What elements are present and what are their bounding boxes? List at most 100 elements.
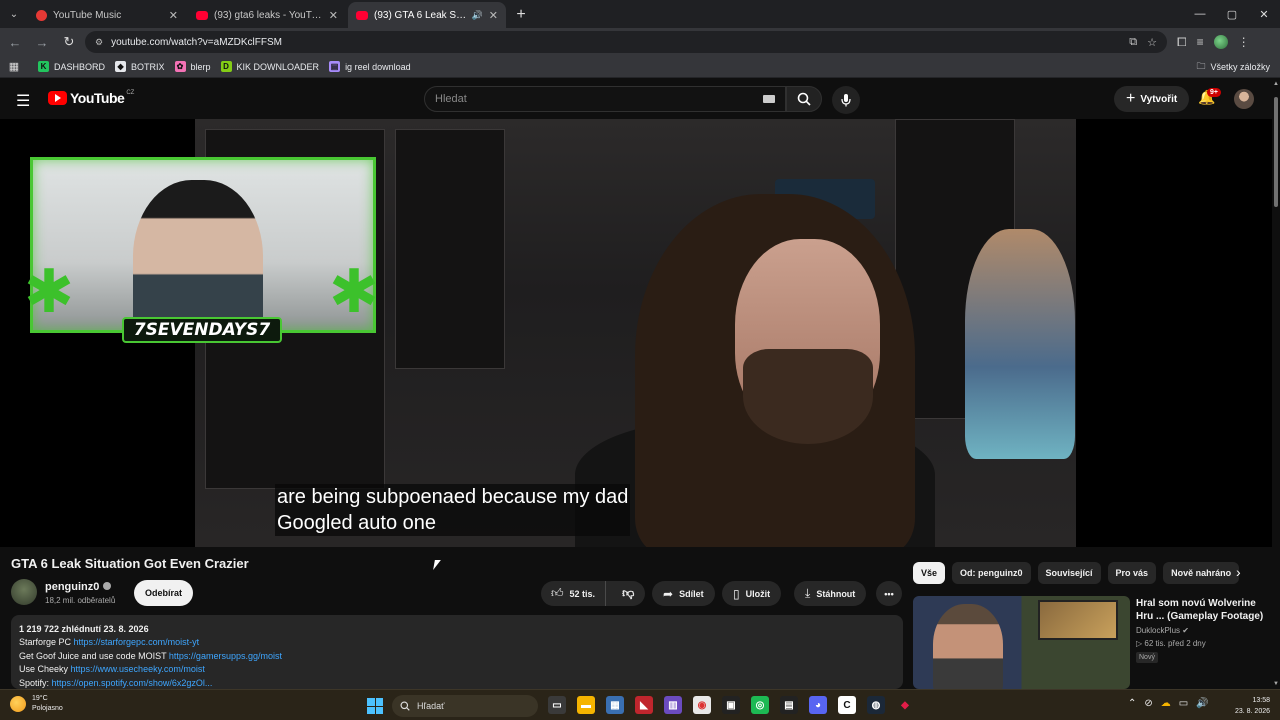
description-link[interactable]: https://www.usecheeky.com/moist: [71, 664, 205, 674]
network-icon[interactable]: ⊘: [1144, 698, 1152, 709]
more-actions-button[interactable]: •••: [876, 581, 902, 606]
volume-icon[interactable]: 🔊: [1196, 698, 1208, 709]
chip-all[interactable]: Vše: [913, 562, 946, 584]
close-tab-icon[interactable]: ✕: [329, 9, 338, 22]
channel-avatar[interactable]: [11, 579, 37, 605]
description-line: Use Cheeky https://www.usecheeky.com/moi…: [19, 663, 895, 676]
bookmark-dashbord[interactable]: K DASHBORD: [38, 61, 105, 72]
like-button[interactable]: 👍︎ 52 tis.: [541, 581, 607, 606]
maximize-icon[interactable]: ▢: [1216, 0, 1248, 28]
page-scrollbar[interactable]: ▲ ▼: [1272, 79, 1280, 689]
bookmark-blerp[interactable]: ✿ blerp: [174, 61, 211, 72]
video-player[interactable]: ✱ ✱ 7SEVENDAYS7 are being subpoenaed bec…: [0, 119, 1272, 547]
folder-icon: 🗀: [1196, 60, 1206, 71]
blerp-icon: ✿: [174, 61, 186, 72]
display-icon[interactable]: ▭: [1179, 698, 1188, 709]
browser-menu-icon[interactable]: ⋮: [1238, 35, 1250, 49]
forward-arrow-icon[interactable]: →: [30, 30, 54, 54]
new-tab-button[interactable]: +: [508, 2, 534, 28]
chip-recently-uploaded[interactable]: Nově nahráno: [1163, 562, 1240, 584]
channel-name-wrap[interactable]: penguinz0: [45, 581, 112, 593]
scroll-down-icon[interactable]: ▼: [1272, 681, 1280, 687]
back-arrow-icon[interactable]: ←: [3, 30, 27, 54]
chip-related[interactable]: Související: [1037, 562, 1101, 584]
cast-icon[interactable]: ⧉: [1129, 36, 1137, 49]
app-grid-icon[interactable]: ▥: [664, 696, 682, 714]
thumbs-up-icon: 👍︎: [551, 586, 564, 600]
tab-youtube-music[interactable]: YouTube Music ✕: [28, 2, 186, 28]
windows-start-icon[interactable]: [367, 698, 383, 714]
weather-widget[interactable]: 19°C Polojasno: [10, 694, 63, 714]
chip-from-channel[interactable]: Od: penguinz0: [952, 562, 1031, 584]
chevron-right-icon[interactable]: ›: [1236, 564, 1241, 580]
video-description[interactable]: 1 219 722 zhlédnutí 23. 8. 2026 Starforg…: [11, 615, 903, 689]
all-bookmarks[interactable]: 🗀 Všetky záložky: [1196, 59, 1270, 75]
reload-icon[interactable]: ↻: [57, 30, 81, 54]
discord-icon[interactable]: ◕: [809, 696, 827, 714]
country-code: CZ: [126, 90, 135, 96]
close-window-icon[interactable]: ✕: [1248, 0, 1280, 28]
recommended-video-title[interactable]: Hral som novú Wolverine Hru ... (Gamepla…: [1136, 597, 1272, 623]
close-tab-icon[interactable]: ✕: [169, 9, 178, 22]
description-link[interactable]: https://gamersupps.gg/moist: [169, 651, 282, 661]
onedrive-icon[interactable]: ☁: [1161, 698, 1171, 709]
share-button[interactable]: ➦ Sdílet: [652, 581, 715, 606]
download-button[interactable]: ⤓ Stáhnout: [794, 581, 867, 606]
tab-search-chevron-icon[interactable]: ⌄: [0, 0, 28, 28]
bookmark-ig-reel-download[interactable]: ▤ ig reel download: [329, 61, 411, 72]
subtitle-line-2: Googled auto one: [277, 512, 437, 534]
site-info-icon[interactable]: ⚙: [95, 37, 103, 48]
chrome-icon[interactable]: ◉: [693, 696, 711, 714]
all-bookmarks-label: Všetky záložky: [1210, 61, 1270, 72]
microphone-icon: [841, 94, 851, 107]
description-link[interactable]: https://open.spotify.com/show/6x2gzOl...: [52, 678, 213, 688]
create-button[interactable]: + Vytvořit: [1114, 86, 1190, 112]
chevron-up-icon[interactable]: ⌃: [1128, 698, 1136, 709]
audio-playing-icon[interactable]: 🔊: [472, 10, 483, 21]
dislike-button[interactable]: 👎︎: [612, 586, 644, 601]
media-controls-icon[interactable]: ≡: [1197, 35, 1204, 49]
subscribe-button[interactable]: Odebírat: [134, 580, 194, 606]
microsoft-store-icon[interactable]: ▦: [606, 696, 624, 714]
taskbar-clock[interactable]: 13:58 23. 8. 2026: [1235, 695, 1270, 717]
search-input[interactable]: Hledat: [424, 86, 786, 112]
minimize-icon[interactable]: —: [1184, 0, 1216, 28]
spotify-icon[interactable]: ◎: [751, 696, 769, 714]
tab-gta6-leaks[interactable]: (93) gta6 leaks - YouTube ✕: [188, 2, 346, 28]
amd-software-icon[interactable]: ◣: [635, 696, 653, 714]
bookmark-star-icon[interactable]: ☆: [1147, 36, 1157, 49]
voice-search-button[interactable]: [832, 86, 860, 114]
close-tab-icon[interactable]: ✕: [489, 9, 498, 22]
channel-name[interactable]: penguinz0: [45, 581, 99, 593]
address-bar[interactable]: ⚙ youtube.com/watch?v=aMZDKclFFSM ⧉ ☆: [85, 31, 1167, 53]
account-avatar[interactable]: [1234, 89, 1254, 109]
scroll-up-icon[interactable]: ▲: [1272, 81, 1280, 87]
search-button[interactable]: [786, 86, 822, 112]
keyboard-icon[interactable]: [763, 95, 775, 103]
apps-grid-icon[interactable]: ▦: [0, 60, 28, 73]
extensions-icon[interactable]: ⧠: [1177, 35, 1187, 50]
bookmark-icon: ▯: [733, 586, 740, 601]
recommended-video-thumbnail[interactable]: [913, 596, 1130, 689]
steam-icon[interactable]: ◍: [867, 696, 885, 714]
youtube-logo-text: YouTube: [70, 90, 125, 106]
menu-hamburger-icon[interactable]: ☰: [16, 91, 30, 111]
weather-temperature: 19°C: [32, 695, 48, 702]
chip-for-you[interactable]: Pro vás: [1107, 562, 1157, 584]
file-explorer-icon[interactable]: ▬: [577, 696, 595, 714]
description-link[interactable]: https://starforgepc.com/moist-yt: [74, 637, 200, 647]
youtube-logo[interactable]: YouTube CZ: [48, 90, 134, 106]
recommended-channel[interactable]: DuklockPlus ✔: [1136, 626, 1189, 635]
taskbar-search[interactable]: Hľadať: [392, 695, 538, 717]
bookmark-botrix[interactable]: ◆ BOTRIX: [115, 61, 165, 72]
bookmark-kik-downloader[interactable]: D KIK DOWNLOADER: [220, 61, 319, 72]
capcut-icon[interactable]: ▣: [722, 696, 740, 714]
valorant-icon[interactable]: ◆: [896, 696, 914, 714]
save-button[interactable]: ▯ Uložit: [722, 581, 782, 606]
tab-gta6-video[interactable]: (93) GTA 6 Leak Situation G 🔊 ✕: [348, 2, 506, 28]
scrollbar-thumb[interactable]: [1274, 97, 1278, 207]
capcut-editor-icon[interactable]: C: [838, 696, 856, 714]
task-view-icon[interactable]: ▭: [548, 696, 566, 714]
obs-icon[interactable]: ▤: [780, 696, 798, 714]
profile-avatar-icon[interactable]: [1213, 35, 1228, 49]
